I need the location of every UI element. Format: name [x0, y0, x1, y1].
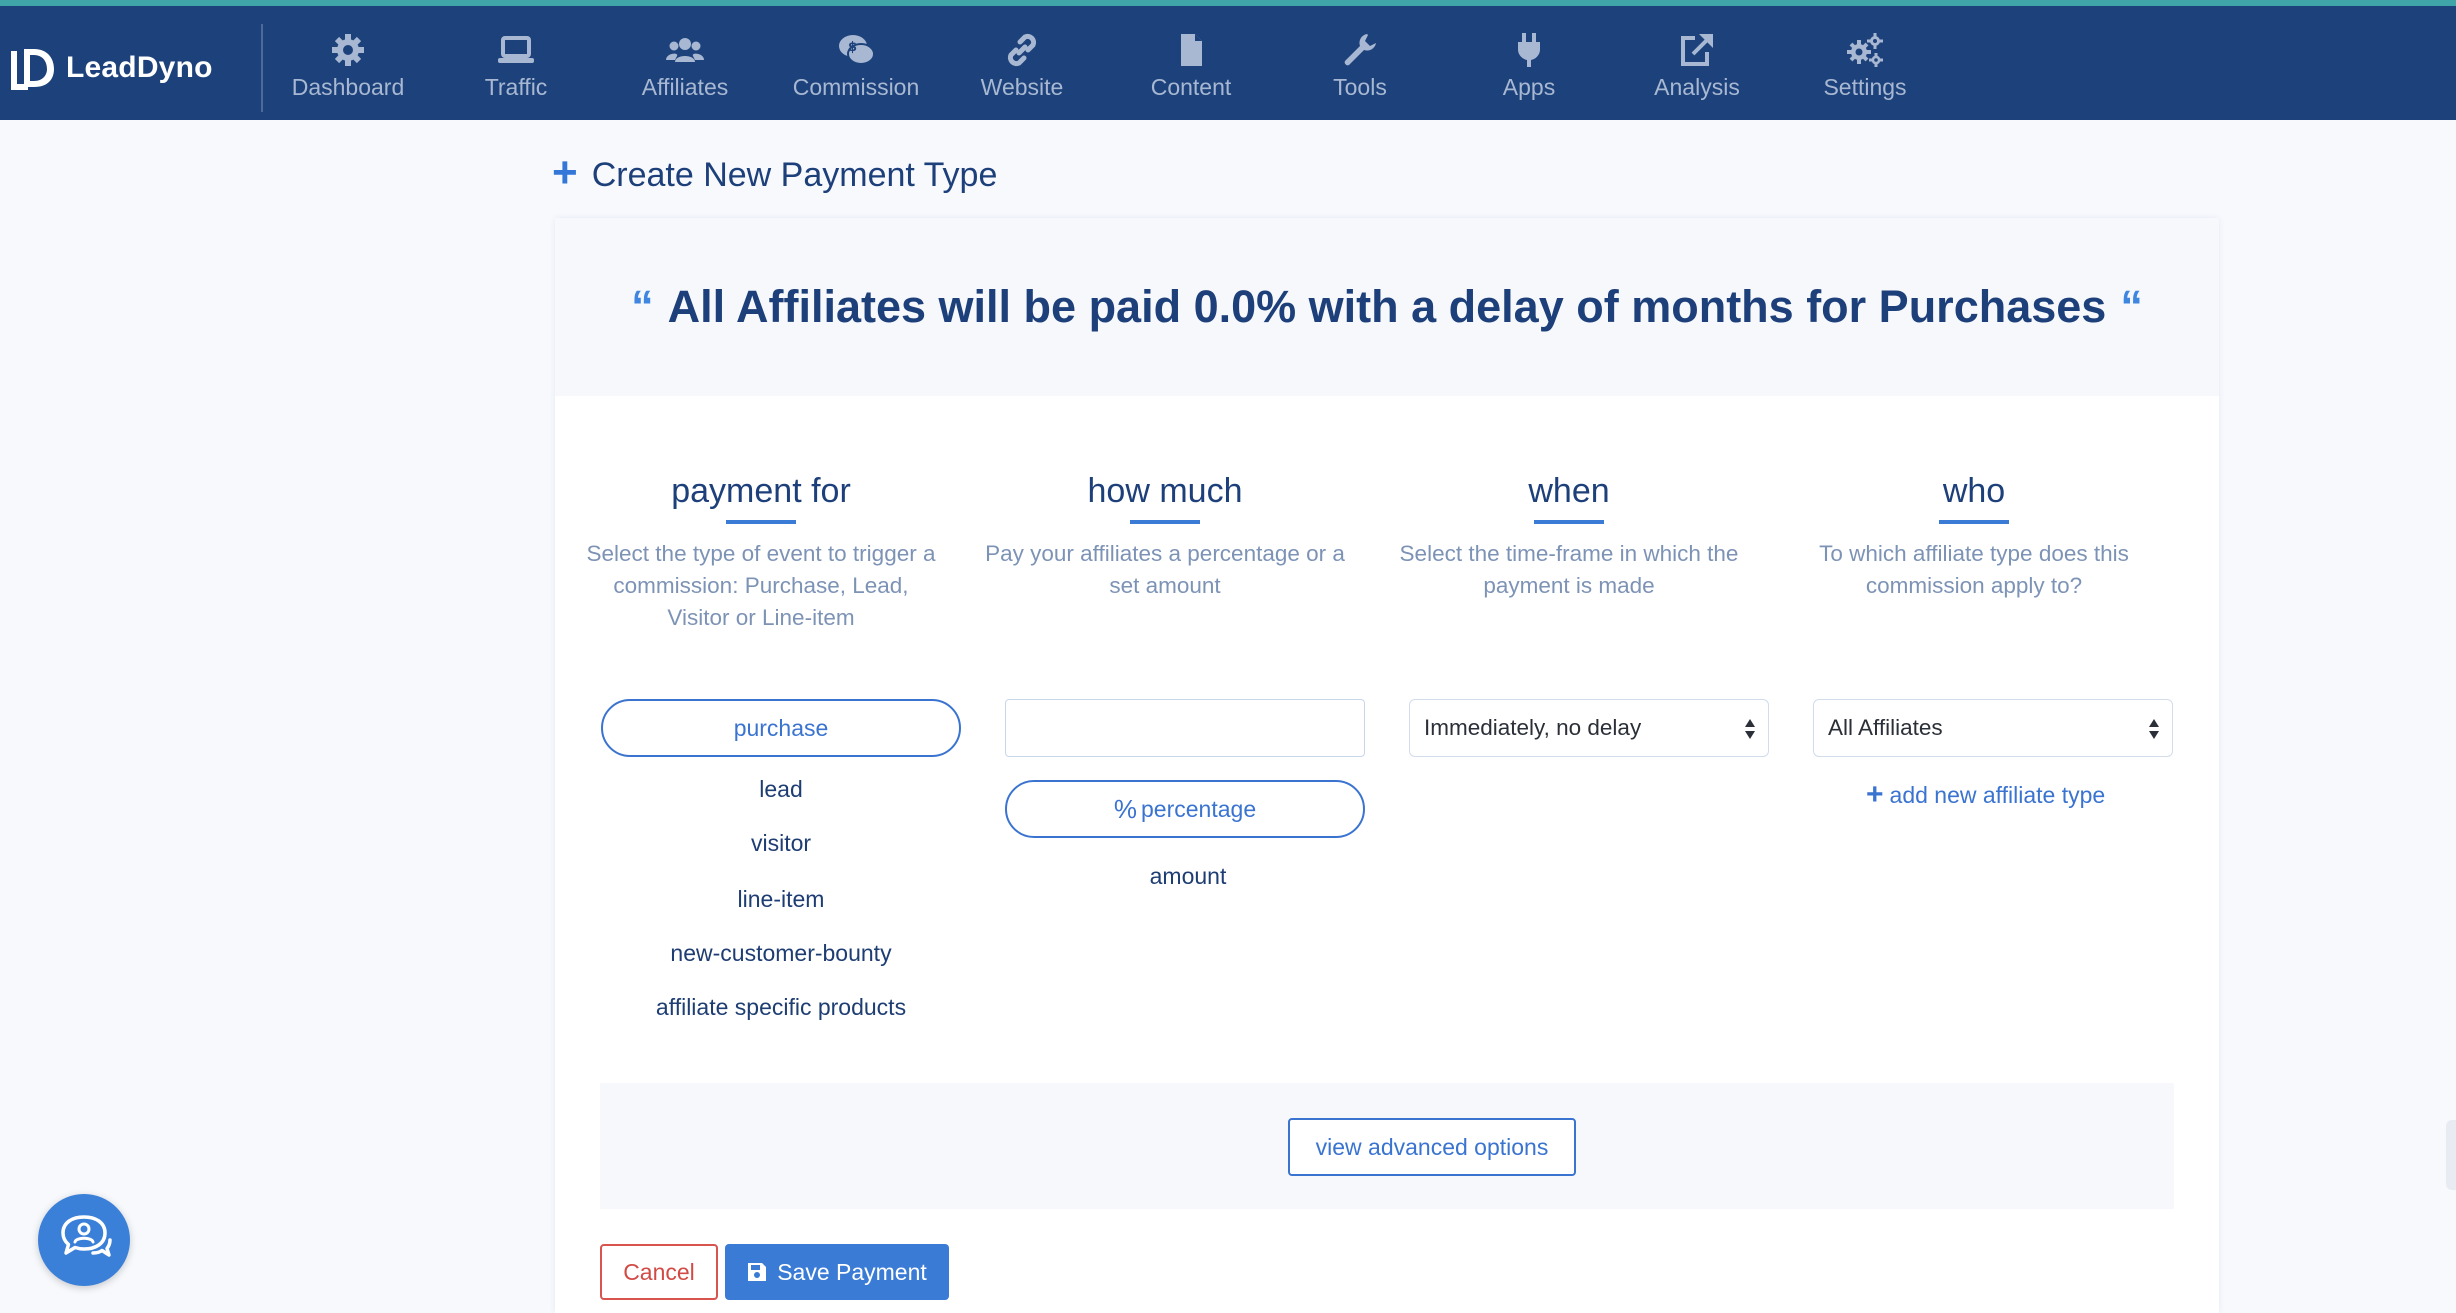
nav-label: Affiliates	[641, 74, 729, 100]
payment-for-new-customer-bounty-option[interactable]: new-customer-bounty	[601, 940, 961, 967]
svg-text:$: $	[848, 40, 857, 55]
advanced-options-panel: view advanced options	[600, 1083, 2174, 1209]
wrench-icon	[1344, 34, 1376, 66]
nav-commission[interactable]: $ Commission	[776, 24, 936, 110]
nav-affiliates[interactable]: Affiliates	[605, 24, 765, 110]
nav-label: Analysis	[1654, 74, 1740, 100]
payment-type-card: “ All Affiliates will be paid 0.0% with …	[555, 218, 2219, 1313]
column-when: when Select the time-frame in which the …	[1389, 468, 1749, 602]
column-description: Select the time-frame in which the payme…	[1399, 541, 1739, 598]
nav-label: Commission	[792, 74, 920, 100]
payment-for-affiliate-specific-products-option[interactable]: affiliate specific products	[601, 994, 961, 1021]
payment-summary: “ All Affiliates will be paid 0.0% with …	[555, 218, 2219, 396]
plus-icon: +	[552, 148, 578, 197]
nav-tools[interactable]: Tools	[1280, 24, 1440, 110]
money-icon: $	[839, 35, 875, 65]
select-value: Immediately, no delay	[1424, 715, 1642, 740]
nav-label: Settings	[1823, 74, 1907, 100]
page-title-text: Create New Payment Type	[591, 155, 998, 194]
add-affiliate-type-link[interactable]: + add new affiliate type	[1866, 780, 2105, 810]
brand-name: LeadDyno	[66, 51, 213, 84]
how-much-amount-option[interactable]: amount	[1008, 863, 1368, 890]
column-description: Select the type of event to trigger a co…	[586, 541, 936, 630]
external-link-icon	[1681, 34, 1713, 66]
cogs-icon	[1847, 33, 1883, 67]
save-label: Save Payment	[777, 1258, 927, 1285]
nav-settings[interactable]: Settings	[1785, 24, 1945, 110]
column-title: how much	[1087, 472, 1243, 510]
nav-label: Dashboard	[291, 74, 405, 100]
option-label: percentage	[1141, 795, 1257, 822]
when-delay-select[interactable]: Immediately, no delay	[1409, 699, 1769, 757]
nav-apps[interactable]: Apps	[1449, 24, 1609, 110]
column-how-much: how much Pay your affiliates a percentag…	[985, 468, 1345, 602]
summary-text: All Affiliates will be paid 0.0% with a …	[667, 281, 2107, 332]
side-edge-tab[interactable]	[2446, 1120, 2456, 1190]
column-who: who To which affiliate type does this co…	[1794, 468, 2154, 602]
column-description: Pay your affiliates a percentage or a se…	[985, 541, 1345, 598]
nav-label: Apps	[1502, 74, 1556, 100]
nav-website[interactable]: Website	[942, 24, 1102, 110]
brand-logo[interactable]: LeadDyno	[10, 40, 213, 96]
leaddyno-logo-icon	[11, 49, 54, 90]
nav-content[interactable]: Content	[1111, 24, 1271, 110]
column-description: To which affiliate type does this commis…	[1819, 541, 2129, 598]
gear-icon	[332, 34, 364, 66]
chat-icon	[61, 1215, 112, 1257]
cancel-button[interactable]: Cancel	[600, 1244, 718, 1300]
column-title: payment for	[671, 472, 851, 510]
nav-label: Website	[980, 74, 1064, 100]
laptop-icon	[498, 36, 534, 63]
who-affiliate-type-select[interactable]: All Affiliates	[1813, 699, 2173, 757]
save-payment-button[interactable]: Save Payment	[725, 1244, 949, 1300]
title-underline	[726, 520, 796, 524]
open-quote-icon: “	[631, 281, 654, 332]
column-title: who	[1942, 472, 2006, 510]
payment-for-line-item-option[interactable]: line-item	[601, 886, 961, 913]
payment-for-lead-option[interactable]: lead	[601, 776, 961, 803]
close-quote-icon: “	[2120, 281, 2143, 332]
add-link-label: add new affiliate type	[1889, 781, 2106, 808]
how-much-percentage-option[interactable]: % percentage	[1005, 780, 1365, 838]
plug-icon	[1518, 33, 1540, 67]
nav-label: Traffic	[484, 74, 548, 100]
plus-icon: +	[1866, 778, 1884, 811]
nav-label: Content	[1150, 74, 1232, 100]
nav-traffic[interactable]: Traffic	[436, 24, 596, 110]
title-underline	[1130, 520, 1200, 524]
link-icon	[1007, 33, 1037, 67]
payment-for-visitor-option[interactable]: visitor	[601, 830, 961, 857]
title-underline	[1534, 520, 1604, 524]
column-title: when	[1528, 472, 1610, 510]
nav-divider	[261, 24, 263, 112]
title-underline	[1939, 520, 2009, 524]
file-icon	[1181, 34, 1202, 66]
option-label: purchase	[733, 714, 829, 741]
chat-support-button[interactable]	[38, 1194, 130, 1286]
percent-icon: %	[1113, 793, 1138, 824]
commission-amount-input[interactable]	[1005, 699, 1365, 757]
top-navbar: LeadDyno Dashboard Traffic Affiliates $ …	[0, 6, 2456, 120]
nav-dashboard[interactable]: Dashboard	[268, 24, 428, 110]
nav-analysis[interactable]: Analysis	[1617, 24, 1777, 110]
payment-for-purchase-option[interactable]: purchase	[601, 699, 961, 757]
select-value: All Affiliates	[1828, 715, 1943, 740]
page-title: + Create New Payment Type	[552, 150, 997, 200]
nav-label: Tools	[1333, 74, 1387, 100]
users-icon	[666, 38, 704, 62]
save-icon	[748, 1263, 767, 1281]
view-advanced-options-button[interactable]: view advanced options	[1288, 1118, 1576, 1176]
select-arrows-icon	[2149, 719, 2159, 739]
select-arrows-icon	[1745, 719, 1755, 739]
column-payment-for: payment for Select the type of event to …	[581, 468, 941, 634]
